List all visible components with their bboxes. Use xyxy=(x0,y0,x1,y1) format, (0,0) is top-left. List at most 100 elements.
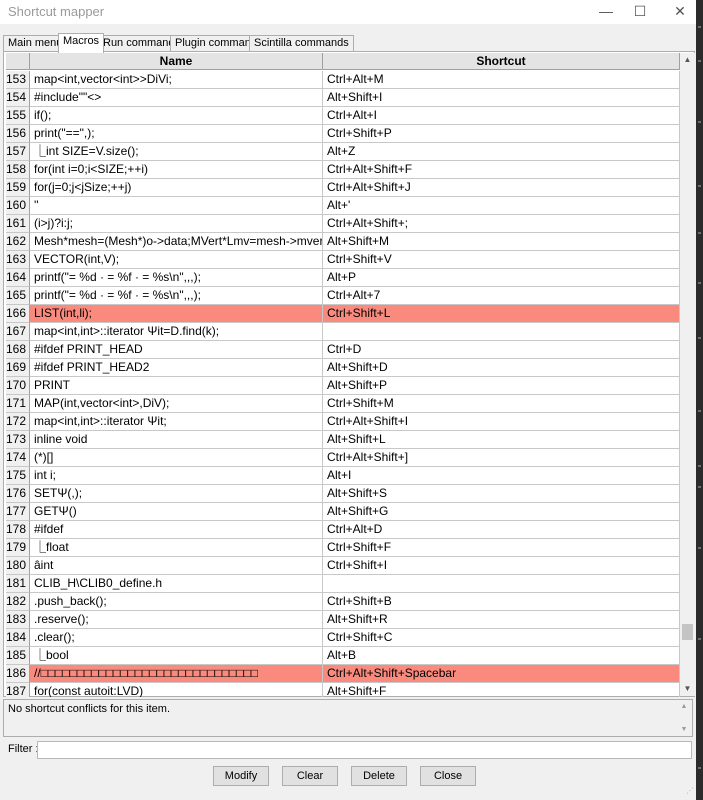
macro-name-cell[interactable]: if(); xyxy=(30,107,323,125)
scroll-up-arrow-icon[interactable]: ▲ xyxy=(680,53,695,67)
shortcut-cell[interactable]: Ctrl+Alt+Shift+F xyxy=(323,161,680,179)
table-row[interactable]: 174 (*)[] Ctrl+Alt+Shift+] xyxy=(6,449,680,467)
macro-name-cell[interactable]: LIST(int,li); xyxy=(30,305,323,323)
macro-name-cell[interactable]: .clear(); xyxy=(30,629,323,647)
macro-name-cell[interactable]: for(j=0;j<jSize;++j) xyxy=(30,179,323,197)
clear-button[interactable]: Clear xyxy=(282,766,338,786)
macro-name-cell[interactable]: GETΨ() xyxy=(30,503,323,521)
filter-input[interactable] xyxy=(37,741,692,759)
table-row[interactable]: 179 ⎿float Ctrl+Shift+F xyxy=(6,539,680,557)
macro-name-cell[interactable]: for(int i=0;i<SIZE;++i) xyxy=(30,161,323,179)
table-row[interactable]: 187 for(const autoit:LVD) Alt+Shift+F xyxy=(6,683,680,697)
shortcut-cell[interactable]: Ctrl+Alt+I xyxy=(323,107,680,125)
scroll-thumb[interactable] xyxy=(682,624,693,641)
column-header-name[interactable]: Name xyxy=(30,53,323,69)
table-row[interactable]: 169 #ifdef PRINT_HEAD2 Alt+Shift+D xyxy=(6,359,680,377)
macro-name-cell[interactable]: #ifdef PRINT_HEAD2 xyxy=(30,359,323,377)
conflict-scroll-down-icon[interactable]: ▼ xyxy=(677,726,691,733)
shortcut-cell[interactable]: Ctrl+Alt+Shift+; xyxy=(323,215,680,233)
shortcut-cell[interactable]: Ctrl+Alt+Shift+I xyxy=(323,413,680,431)
table-row[interactable]: 166 LIST(int,li); Ctrl+Shift+L xyxy=(6,305,680,323)
shortcut-cell[interactable]: Alt+Shift+G xyxy=(323,503,680,521)
shortcut-cell[interactable]: Ctrl+Shift+V xyxy=(323,251,680,269)
macro-name-cell[interactable]: inline void xyxy=(30,431,323,449)
table-row[interactable]: 183 .reserve(); Alt+Shift+R xyxy=(6,611,680,629)
shortcut-cell[interactable]: Ctrl+D xyxy=(323,341,680,359)
table-row[interactable]: 175 int i; Alt+I xyxy=(6,467,680,485)
shortcut-cell[interactable]: Alt+B xyxy=(323,647,680,665)
table-row[interactable]: 168 #ifdef PRINT_HEAD Ctrl+D xyxy=(6,341,680,359)
macro-name-cell[interactable]: int i; xyxy=(30,467,323,485)
macro-name-cell[interactable]: map<int,int>::iterator Ψit; xyxy=(30,413,323,431)
shortcut-cell[interactable]: Ctrl+Shift+P xyxy=(323,125,680,143)
table-row[interactable]: 171 MAP(int,vector<int>,DiV); Ctrl+Shift+M xyxy=(6,395,680,413)
table-row[interactable]: 170 PRINT Alt+Shift+P xyxy=(6,377,680,395)
macro-name-cell[interactable]: PRINT xyxy=(30,377,323,395)
macro-name-cell[interactable]: âint xyxy=(30,557,323,575)
macro-name-cell[interactable]: ⎿bool xyxy=(30,647,323,665)
table-row[interactable]: 159 for(j=0;j<jSize;++j) Ctrl+Alt+Shift+J xyxy=(6,179,680,197)
table-row[interactable]: 184 .clear(); Ctrl+Shift+C xyxy=(6,629,680,647)
macro-name-cell[interactable]: MAP(int,vector<int>,DiV); xyxy=(30,395,323,413)
shortcut-cell[interactable]: Alt+Shift+M xyxy=(323,233,680,251)
shortcut-cell[interactable]: Ctrl+Alt+Shift+Spacebar xyxy=(323,665,680,683)
table-row[interactable]: 164 printf("= %d · = %f · = %s\n",,,); Alt… xyxy=(6,269,680,287)
macro-name-cell[interactable]: for(const autoit:LVD) xyxy=(30,683,323,697)
shortcut-cell[interactable]: Ctrl+Shift+C xyxy=(323,629,680,647)
table-row[interactable]: 156 print("==",); Ctrl+Shift+P xyxy=(6,125,680,143)
macro-name-cell[interactable]: #include""<> xyxy=(30,89,323,107)
shortcut-cell[interactable]: Alt+Shift+S xyxy=(323,485,680,503)
macro-name-cell[interactable]: VECTOR(int,V); xyxy=(30,251,323,269)
macro-name-cell[interactable]: #ifdef PRINT_HEAD xyxy=(30,341,323,359)
macro-name-cell[interactable]: CLIB_H\CLIB0_define.h xyxy=(30,575,323,593)
shortcut-cell[interactable]: Alt+P xyxy=(323,269,680,287)
scroll-down-arrow-icon[interactable]: ▼ xyxy=(680,682,695,696)
shortcut-cell[interactable]: Alt+' xyxy=(323,197,680,215)
table-row[interactable]: 176 SETΨ(,); Alt+Shift+S xyxy=(6,485,680,503)
macro-name-cell[interactable]: ⎿float xyxy=(30,539,323,557)
table-row[interactable]: 161 (i>j)?i:j; Ctrl+Alt+Shift+; xyxy=(6,215,680,233)
shortcut-cell[interactable]: Ctrl+Alt+D xyxy=(323,521,680,539)
shortcut-cell[interactable]: Ctrl+Alt+7 xyxy=(323,287,680,305)
delete-button[interactable]: Delete xyxy=(351,766,407,786)
resize-grip-icon[interactable]: ⋰ xyxy=(686,786,696,796)
table-row[interactable]: 186//□□□□□□□□□□□□□□□□□□□□□□□□□□□□□□ Ctrl+… xyxy=(6,665,680,683)
table-row[interactable]: 154 #include""<> Alt+Shift+I xyxy=(6,89,680,107)
macro-name-cell[interactable]: SETΨ(,); xyxy=(30,485,323,503)
conflict-scrollbar[interactable]: ▲ ▼ xyxy=(677,701,691,735)
table-row[interactable]: 173 inline void Alt+Shift+L xyxy=(6,431,680,449)
macro-name-cell[interactable]: #ifdef xyxy=(30,521,323,539)
shortcut-cell[interactable]: Ctrl+Shift+L xyxy=(323,305,680,323)
macro-name-cell[interactable]: map<int,vector<int>>DiVi; xyxy=(30,71,323,89)
shortcut-cell[interactable]: Ctrl+Shift+M xyxy=(323,395,680,413)
tab-scintilla-commands[interactable]: Scintilla commands xyxy=(249,35,354,52)
modify-button[interactable]: Modify xyxy=(213,766,269,786)
shortcut-cell[interactable]: Alt+Shift+F xyxy=(323,683,680,697)
table-row[interactable]: 177 GETΨ() Alt+Shift+G xyxy=(6,503,680,521)
table-row[interactable]: 165 printf("= %d · = %f · = %s\n",,,); Ctr… xyxy=(6,287,680,305)
macro-name-cell[interactable]: print("==",); xyxy=(30,125,323,143)
shortcut-cell[interactable]: Alt+Z xyxy=(323,143,680,161)
table-row[interactable]: 167 map<int,int>::iterator Ψit=D.find(k); xyxy=(6,323,680,341)
macro-name-cell[interactable]: '' xyxy=(30,197,323,215)
macro-name-cell[interactable]: Mesh*mesh=(Mesh*)o->data;MVert*Lmv=mesh-… xyxy=(30,233,323,251)
close-button[interactable]: Close xyxy=(420,766,476,786)
table-row[interactable]: 181 CLIB_H\CLIB0_define.h xyxy=(6,575,680,593)
shortcut-cell[interactable] xyxy=(323,323,680,341)
shortcut-cell[interactable]: Ctrl+Alt+Shift+] xyxy=(323,449,680,467)
table-row[interactable]: 157 ⎿int SIZE=V.size(); Alt+Z xyxy=(6,143,680,161)
shortcut-cell[interactable]: Ctrl+Shift+B xyxy=(323,593,680,611)
shortcut-cell[interactable]: Ctrl+Alt+Shift+J xyxy=(323,179,680,197)
table-row[interactable]: 158 for(int i=0;i<SIZE;++i) Ctrl+Alt+Shift… xyxy=(6,161,680,179)
table-row[interactable]: 185 ⎿bool Alt+B xyxy=(6,647,680,665)
grid-scrollbar[interactable]: ▲ ▼ xyxy=(680,53,695,696)
macro-name-cell[interactable]: .push_back(); xyxy=(30,593,323,611)
macro-name-cell[interactable]: map<int,int>::iterator Ψit=D.find(k); xyxy=(30,323,323,341)
table-row[interactable]: 160 '' Alt+' xyxy=(6,197,680,215)
shortcut-cell[interactable] xyxy=(323,575,680,593)
column-header-shortcut[interactable]: Shortcut xyxy=(323,53,680,69)
shortcut-cell[interactable]: Ctrl+Alt+M xyxy=(323,71,680,89)
shortcut-cell[interactable]: Ctrl+Shift+I xyxy=(323,557,680,575)
shortcut-cell[interactable]: Ctrl+Shift+F xyxy=(323,539,680,557)
table-row[interactable]: 180 âint Ctrl+Shift+I xyxy=(6,557,680,575)
